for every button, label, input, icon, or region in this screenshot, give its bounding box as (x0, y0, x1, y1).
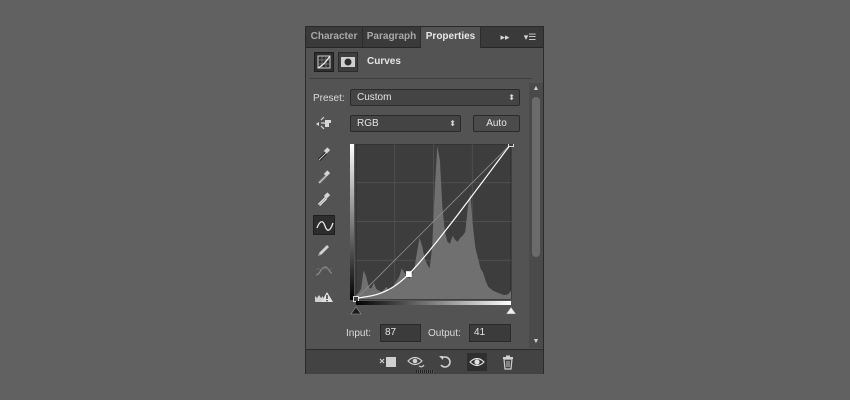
curve-control-point[interactable] (353, 296, 359, 302)
curves-graph[interactable] (350, 141, 522, 319)
edit-points-curve-icon[interactable] (313, 215, 335, 235)
smooth-curve-icon[interactable] (313, 261, 335, 281)
curve-control-point[interactable] (405, 271, 412, 277)
clipping-warning-icon[interactable] (313, 286, 335, 306)
select-arrows-icon: ⬍ (508, 93, 515, 102)
gray-point-eyedropper-icon[interactable] (313, 167, 335, 187)
curve-control-point[interactable] (508, 141, 514, 147)
tab-properties[interactable]: Properties (421, 27, 481, 48)
input-label: Input: (346, 328, 372, 339)
toggle-visibility-eye-icon[interactable] (467, 353, 487, 371)
channel-select[interactable]: RGB ⬍ (350, 115, 461, 132)
output-gradient-bar (350, 144, 354, 300)
output-label: Output: (428, 328, 461, 339)
black-slider-handle[interactable] (350, 306, 362, 315)
input-gradient-bar (356, 301, 511, 305)
collapse-panel-icon[interactable]: ▸▸ (497, 30, 513, 44)
view-previous-state-icon[interactable] (406, 353, 426, 371)
output-field[interactable]: 41 (469, 324, 511, 342)
panel-menu-icon[interactable]: ▾☰ (520, 30, 540, 44)
trash-icon[interactable] (498, 353, 518, 371)
tab-character[interactable]: Character (306, 27, 363, 47)
target-adjustment-hand-icon[interactable] (313, 114, 335, 134)
channel-value: RGB (357, 118, 379, 129)
scroll-thumb[interactable] (532, 97, 540, 257)
properties-panel: Character Paragraph Properties ▸▸ ▾☰ Cur… (305, 26, 544, 374)
panel-resize-grip[interactable] (416, 370, 434, 373)
scroll-down-icon[interactable]: ▼ (532, 338, 540, 346)
preset-value: Custom (357, 92, 392, 103)
reset-icon[interactable] (436, 353, 456, 371)
tab-paragraph[interactable]: Paragraph (363, 27, 421, 47)
select-arrows-icon: ⬍ (449, 119, 456, 128)
white-point-eyedropper-icon[interactable] (313, 189, 335, 209)
black-point-eyedropper-icon[interactable] (313, 144, 335, 164)
input-field[interactable]: 87 (380, 324, 421, 342)
scroll-up-icon[interactable]: ▲ (532, 85, 540, 93)
layer-mask-icon[interactable] (338, 52, 358, 72)
auto-button[interactable]: Auto (473, 115, 520, 132)
pencil-draw-icon[interactable] (313, 238, 335, 258)
clip-to-layer-icon[interactable] (378, 353, 398, 371)
preset-select[interactable]: Custom ⬍ (350, 89, 520, 106)
white-slider-handle[interactable] (505, 306, 517, 315)
panel-title: Curves (367, 56, 401, 67)
divider (310, 78, 532, 79)
preset-label: Preset: (313, 93, 345, 104)
panel-scrollbar[interactable]: ▲ ▼ (529, 83, 543, 348)
curves-adjustment-icon[interactable] (314, 52, 334, 72)
panel-tab-bar: Character Paragraph Properties ▸▸ ▾☰ (306, 27, 543, 48)
